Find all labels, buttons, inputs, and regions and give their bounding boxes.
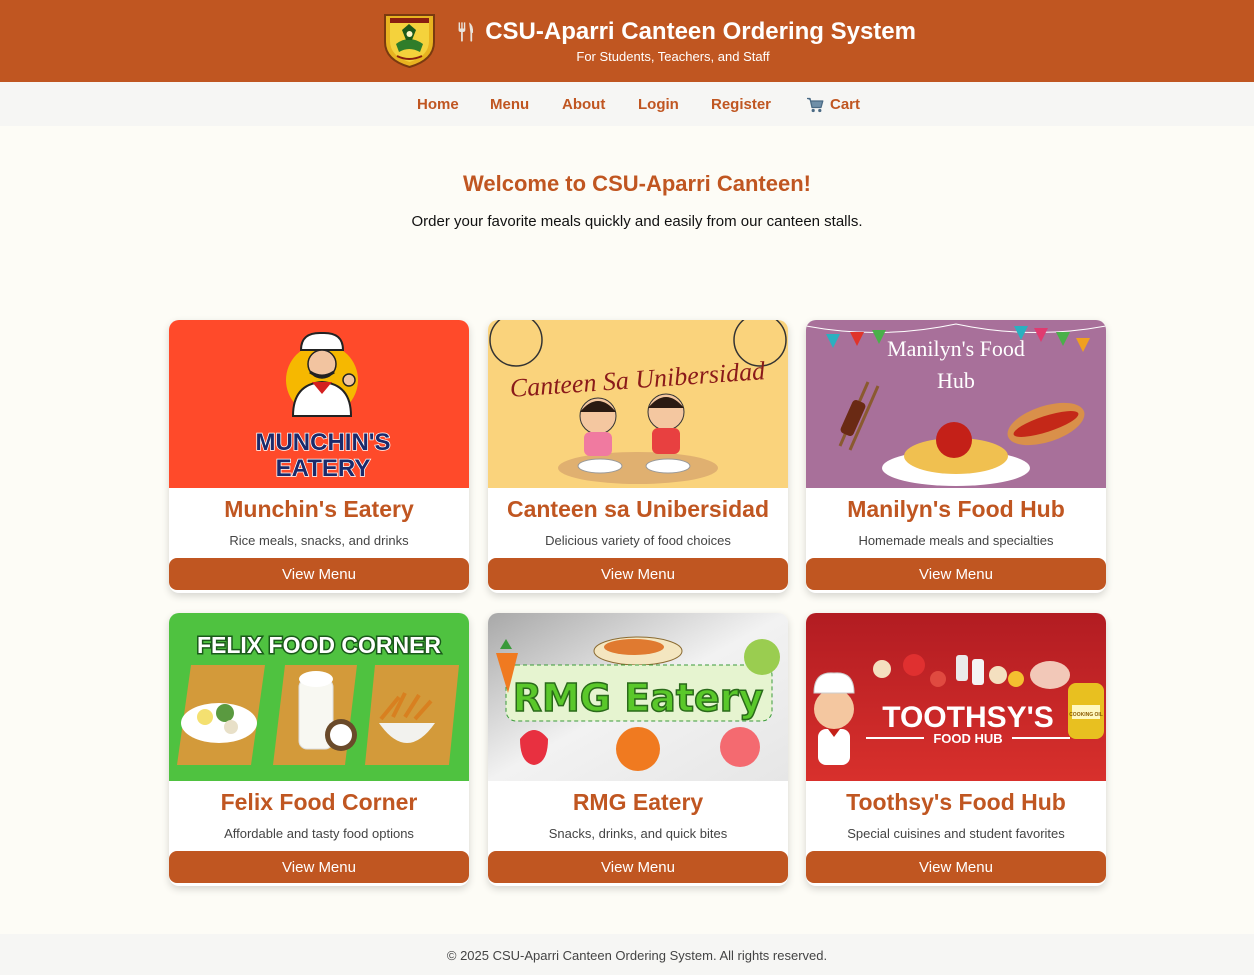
stall-name: Toothsy's Food Hub (846, 789, 1066, 815)
munchins-banner-art: MUNCHIN'S EATERY (169, 320, 469, 488)
title-wrap: CSU-Aparri Canteen Ordering System (456, 17, 916, 47)
stall-name: Felix Food Corner (220, 789, 418, 815)
app-subtitle: For Students, Teachers, and Staff (576, 49, 770, 64)
cart-icon (807, 97, 824, 112)
felix-banner-text: FELIX FOOD CORNER (197, 632, 441, 658)
stall-banner-toothsys: COOKING OIL TOOTHSY'S FOOD HUB (806, 613, 1106, 781)
stall-banner-rmg: RMG Eatery (488, 613, 788, 781)
title-row: CSU-Aparri Canteen Ordering System (456, 17, 916, 47)
stall-banner-felix: FELIX FOOD CORNER (169, 613, 469, 781)
toothsys-banner-line2: FOOD HUB (933, 731, 1002, 746)
view-menu-button-rmg[interactable]: View Menu (488, 851, 788, 883)
view-menu-button-munchins[interactable]: View Menu (169, 558, 469, 590)
fork-knife-icon (458, 22, 474, 42)
stall-description: Homemade meals and specialties (858, 533, 1054, 548)
stall-name: Manilyn's Food Hub (847, 496, 1065, 522)
app-title: CSU-Aparri Canteen Ordering System (485, 18, 916, 45)
munchins-banner-line1: MUNCHIN'S (255, 429, 390, 456)
nav-about-link[interactable]: About (562, 96, 605, 113)
nav-home-link[interactable]: Home (417, 96, 459, 113)
stall-card-canteen-sa-unibersidad: Canteen Sa Unibersidad Canteen sa Uniber… (488, 320, 788, 593)
stall-banner-manilyns: Manilyn's Food Hub (806, 320, 1106, 488)
stall-name: Canteen sa Unibersidad (506, 496, 770, 522)
toothsys-banner-art: COOKING OIL TOOTHSY'S FOOD HUB (806, 613, 1106, 781)
view-menu-button-canteen-sa-unibersidad[interactable]: View Menu (488, 558, 788, 590)
manilyns-banner-art: Manilyn's Food Hub (806, 320, 1106, 488)
stall-card-toothsys: COOKING OIL TOOTHSY'S FOOD HUB Toothsy's… (806, 613, 1106, 886)
main-nav: Home Menu About Login Register Cart (0, 82, 1254, 126)
stall-banner-canteen-sa-unibersidad: Canteen Sa Unibersidad (488, 320, 788, 488)
nav-cart-link[interactable]: Cart (806, 96, 860, 113)
canteen-banner-art: Canteen Sa Unibersidad (488, 320, 788, 488)
stall-description: Delicious variety of food choices (545, 533, 731, 548)
stall-description: Affordable and tasty food options (224, 826, 414, 841)
stall-name: Munchin's Eatery (224, 496, 414, 522)
nav-menu-link[interactable]: Menu (490, 96, 529, 113)
stall-banner-munchins: MUNCHIN'S EATERY (169, 320, 469, 488)
hero-text: Order your favorite meals quickly and ea… (411, 213, 863, 230)
stall-name: RMG Eatery (572, 789, 704, 815)
toothsys-oil-label: COOKING OIL (1069, 712, 1103, 718)
rmg-banner-text: RMG Eatery (513, 676, 764, 720)
view-menu-button-manilyns[interactable]: View Menu (806, 558, 1106, 590)
stall-description: Snacks, drinks, and quick bites (548, 826, 728, 841)
toothsys-banner-line1: TOOTHSY'S (882, 701, 1054, 734)
hero-title: Welcome to CSU-Aparri Canteen! (463, 171, 811, 196)
site-footer: © 2025 CSU-Aparri Canteen Ordering Syste… (0, 934, 1254, 975)
nav-cart-label: Cart (830, 96, 861, 113)
stall-card-munchins: MUNCHIN'S EATERY Munchin's Eatery Rice m… (169, 320, 469, 593)
manilyns-banner-line1: Manilyn's Food (887, 336, 1025, 361)
view-menu-button-toothsys[interactable]: View Menu (806, 851, 1106, 883)
felix-banner-art: FELIX FOOD CORNER (169, 613, 469, 781)
stall-card-rmg: RMG Eatery RMG Eatery Snacks, drinks, an… (488, 613, 788, 886)
stall-card-manilyns: Manilyn's Food Hub Manilyn's Food Hub Ho… (806, 320, 1106, 593)
nav-login-link[interactable]: Login (638, 96, 679, 113)
university-seal-logo[interactable] (382, 12, 437, 69)
manilyns-banner-line2: Hub (937, 368, 975, 393)
view-menu-button-felix[interactable]: View Menu (169, 851, 469, 883)
stall-description: Rice meals, snacks, and drinks (229, 533, 409, 548)
stall-description: Special cuisines and student favorites (847, 826, 1065, 841)
munchins-banner-line2: EATERY (276, 455, 371, 482)
stall-card-felix: FELIX FOOD CORNER Felix Food Corner Affo… (169, 613, 469, 886)
rmg-banner-art: RMG Eatery (488, 613, 788, 781)
nav-register-link[interactable]: Register (711, 96, 771, 113)
footer-copyright: © 2025 CSU-Aparri Canteen Ordering Syste… (446, 948, 828, 963)
site-header: CSU-Aparri Canteen Ordering System For S… (0, 0, 1254, 82)
